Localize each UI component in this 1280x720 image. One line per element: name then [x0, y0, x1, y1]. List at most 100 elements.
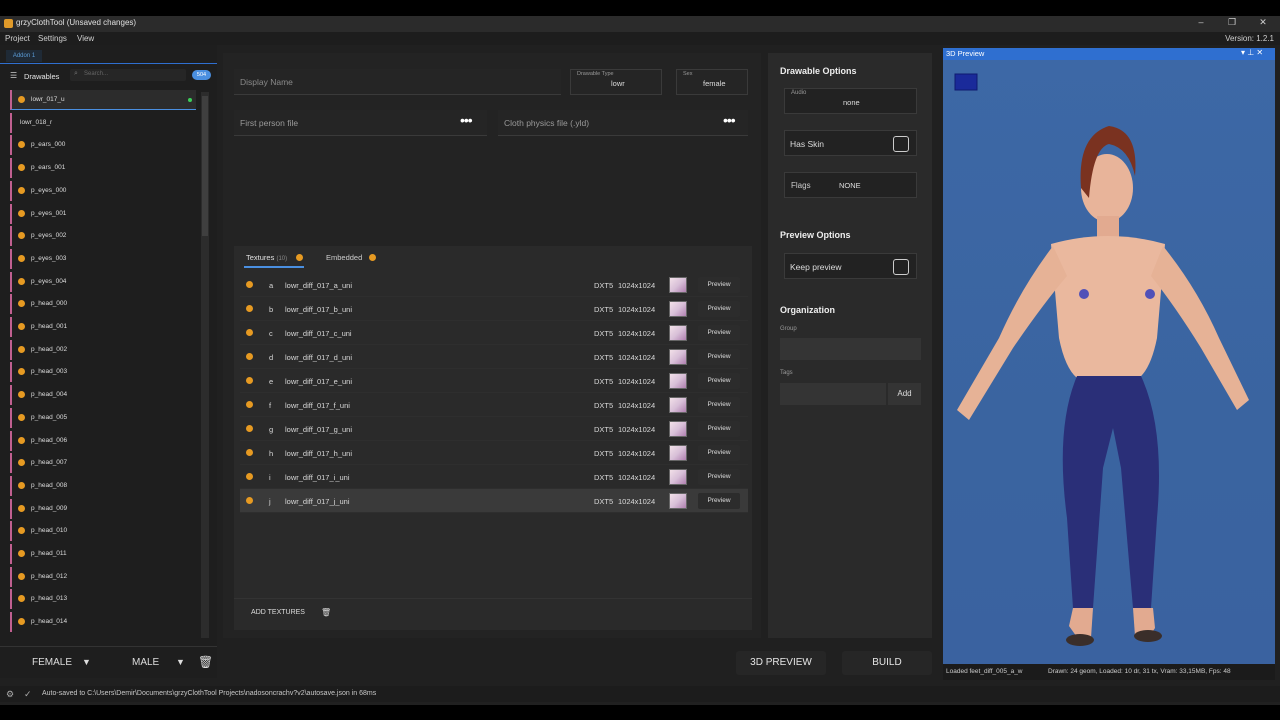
drawable-list-item[interactable]: p_head_012	[10, 566, 196, 587]
drawable-list-item[interactable]: p_head_009	[10, 498, 196, 519]
build-button[interactable]: BUILD	[842, 651, 932, 675]
menu-view[interactable]: View	[77, 34, 94, 43]
drawable-list-item[interactable]: p_eyes_000	[10, 180, 196, 201]
texture-row[interactable]: h lowr_diff_017_h_uni DXT5 1024x1024 Preview	[240, 441, 748, 465]
delete-texture-icon[interactable]: 🗑	[321, 608, 331, 617]
texture-thumbnail	[669, 397, 687, 413]
drawable-list-item[interactable]: p_head_003	[10, 362, 196, 383]
drawable-list-item[interactable]: p_head_010	[10, 521, 196, 542]
more-icon[interactable]: •••	[723, 112, 736, 128]
texture-name: lowr_diff_017_f_uni	[285, 401, 350, 410]
drawable-list-item[interactable]: p_head_007	[10, 453, 196, 474]
texture-thumbnail	[669, 493, 687, 509]
texture-preview-button[interactable]: Preview	[698, 325, 740, 341]
close-icon[interactable]: ✕	[1256, 17, 1270, 28]
warning-icon	[246, 449, 253, 456]
sex-select[interactable]: Sex female	[676, 69, 748, 95]
tags-input[interactable]	[780, 383, 886, 405]
more-icon[interactable]: •••	[460, 112, 473, 128]
addon-tab[interactable]: Addon 1	[6, 50, 42, 62]
texture-row[interactable]: d lowr_diff_017_d_uni DXT5 1024x1024 Preview	[240, 345, 748, 369]
settings-icon[interactable]: ⚙	[6, 689, 14, 700]
cloth-physics-field[interactable]: Cloth physics file (.yld) •••	[498, 110, 748, 136]
warning-icon	[18, 232, 25, 240]
trash-icon[interactable]: 🗑	[198, 655, 213, 669]
texture-row[interactable]: e lowr_diff_017_e_uni DXT5 1024x1024 Preview	[240, 369, 748, 393]
list-icon: ☰	[10, 71, 18, 80]
texture-row[interactable]: b lowr_diff_017_b_uni DXT5 1024x1024 Preview	[240, 297, 748, 321]
texture-row[interactable]: f lowr_diff_017_f_uni DXT5 1024x1024 Preview	[240, 393, 748, 417]
drawable-name: p_eyes_001	[31, 209, 67, 217]
drawable-list-item[interactable]: p_head_004	[10, 385, 196, 406]
drawable-list-item[interactable]: p_head_013	[10, 589, 196, 610]
texture-name: lowr_diff_017_h_uni	[285, 449, 352, 458]
drawable-type-select[interactable]: Drawable Type lowr	[570, 69, 662, 95]
organization-heading: Organization	[780, 305, 836, 315]
drawable-list-item[interactable]: lowr_018_r	[10, 112, 196, 133]
3d-viewport[interactable]	[943, 48, 1275, 680]
texture-preview-button[interactable]: Preview	[698, 421, 740, 437]
female-button[interactable]: FEMALE	[32, 657, 72, 668]
texture-preview-button[interactable]: Preview	[698, 277, 740, 293]
audio-select[interactable]: Audio none	[784, 88, 917, 114]
pin-icon[interactable]: ▾ ⊥ ✕	[1241, 48, 1263, 57]
has-skin-checkbox[interactable]	[893, 136, 909, 152]
maximize-icon[interactable]: ❐	[1225, 17, 1239, 28]
texture-preview-button[interactable]: Preview	[698, 397, 740, 413]
texture-preview-button[interactable]: Preview	[698, 373, 740, 389]
texture-preview-button[interactable]: Preview	[698, 493, 740, 509]
tab-embedded[interactable]: Embedded	[326, 253, 362, 262]
drawable-list-item[interactable]: p_eyes_004	[10, 271, 196, 292]
drawable-list-item[interactable]: p_head_005	[10, 407, 196, 428]
female-dropdown-icon[interactable]: ▼	[82, 657, 91, 667]
drawable-list-item[interactable]: p_head_008	[10, 475, 196, 496]
3d-preview-button[interactable]: 3D PREVIEW	[736, 651, 826, 675]
texture-preview-button[interactable]: Preview	[698, 445, 740, 461]
drawable-list-item[interactable]: p_eyes_001	[10, 203, 196, 224]
drawable-list-item[interactable]: p_head_011	[10, 544, 196, 564]
texture-row[interactable]: g lowr_diff_017_g_uni DXT5 1024x1024 Preview	[240, 417, 748, 441]
texture-resolution: 1024x1024	[618, 473, 656, 482]
search-input[interactable]: ⌕ Search...	[70, 69, 186, 81]
texture-row[interactable]: c lowr_diff_017_c_uni DXT5 1024x1024 Preview	[240, 321, 748, 345]
texture-preview-button[interactable]: Preview	[698, 301, 740, 317]
drawable-list-item[interactable]: p_head_002	[10, 339, 196, 360]
male-button[interactable]: MALE	[132, 657, 159, 668]
texture-row[interactable]: i lowr_diff_017_i_uni DXT5 1024x1024 Preview	[240, 465, 748, 489]
texture-letter: h	[269, 449, 274, 458]
menu-settings[interactable]: Settings	[38, 34, 67, 43]
warning-icon	[246, 425, 253, 432]
drawable-list-item[interactable]: p_head_006	[10, 430, 196, 451]
flags-select[interactable]: Flags NONE	[784, 172, 917, 198]
male-dropdown-icon[interactable]: ▼	[176, 657, 185, 667]
drawable-list-item[interactable]: p_head_001	[10, 317, 196, 337]
keep-preview-checkbox[interactable]	[893, 259, 909, 275]
drawable-list-item[interactable]: p_eyes_003	[10, 248, 196, 269]
menu-project[interactable]: Project	[5, 34, 30, 43]
list-scrollbar-thumb[interactable]	[202, 96, 208, 236]
minimize-icon[interactable]: –	[1194, 17, 1208, 27]
texture-row[interactable]: a lowr_diff_017_a_uni DXT5 1024x1024 Preview	[240, 273, 748, 297]
add-tag-button[interactable]: Add	[888, 383, 921, 405]
drawable-name: p_head_002	[31, 345, 68, 353]
add-textures-button[interactable]: ADD TEXTURES	[246, 605, 310, 621]
tab-textures[interactable]: Textures (10)	[246, 253, 287, 262]
drawable-name: p_ears_000	[31, 141, 66, 149]
drawable-list-item[interactable]: lowr_017_u	[10, 90, 196, 110]
group-input[interactable]	[780, 338, 921, 360]
drawable-list-item[interactable]: p_head_014	[10, 612, 196, 633]
tab-active-underline	[244, 266, 304, 268]
drawable-list-item[interactable]: p_ears_001	[10, 158, 196, 179]
drawable-name: p_eyes_003	[31, 254, 67, 262]
first-person-field[interactable]: First person file •••	[234, 110, 487, 136]
texture-resolution: 1024x1024	[618, 353, 656, 362]
texture-row[interactable]: j lowr_diff_017_j_uni DXT5 1024x1024 Preview	[240, 489, 748, 513]
warning-icon	[18, 550, 25, 557]
group-label: Group	[780, 326, 797, 332]
display-name-field[interactable]: Display Name	[234, 69, 561, 95]
texture-preview-button[interactable]: Preview	[698, 349, 740, 365]
drawable-list-item[interactable]: p_eyes_002	[10, 226, 196, 247]
texture-preview-button[interactable]: Preview	[698, 469, 740, 485]
drawable-list-item[interactable]: p_head_000	[10, 294, 196, 315]
drawable-list-item[interactable]: p_ears_000	[10, 135, 196, 156]
